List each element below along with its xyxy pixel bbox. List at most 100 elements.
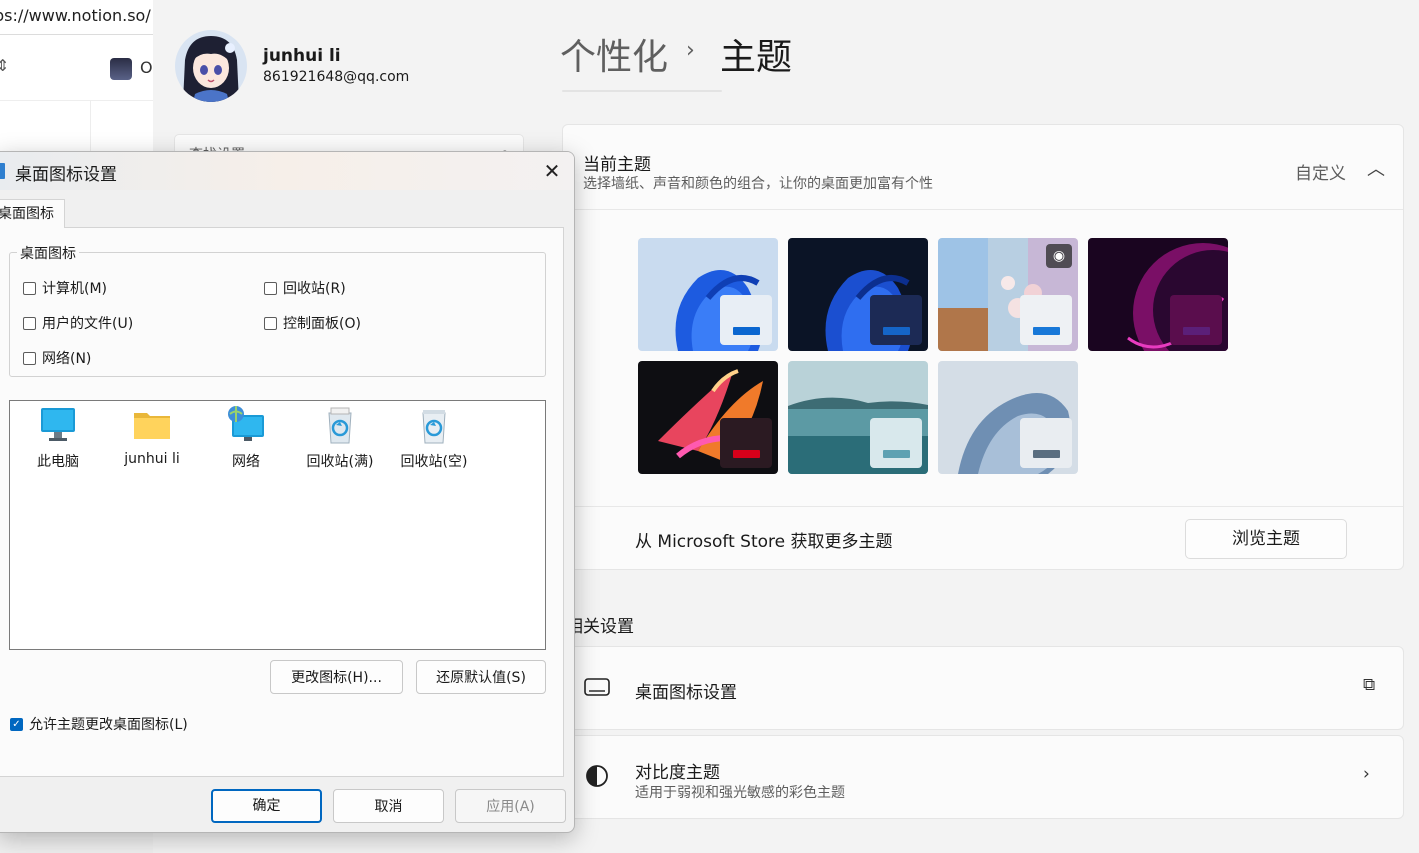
checkbox-network[interactable]: 网络(N): [23, 348, 91, 368]
restore-default-button[interactable]: 还原默认值(S): [416, 660, 546, 694]
theme-color-tile: [720, 295, 772, 345]
icon-label: 回收站(满): [306, 454, 374, 470]
close-icon[interactable]: ✕: [537, 156, 567, 186]
sort-arrows-icon[interactable]: ⇕: [0, 56, 9, 75]
current-theme-value: 自定义: [1295, 164, 1346, 184]
checkbox-box[interactable]: [264, 316, 277, 330]
page-title: 主题: [720, 37, 793, 78]
dialog-title: 桌面图标设置: [15, 165, 117, 185]
store-text: 从 Microsoft Store 获取更多主题: [635, 532, 893, 552]
change-icon-button[interactable]: 更改图标(H)...: [270, 660, 403, 694]
checkbox-label: 控制面板(O): [283, 316, 361, 332]
contrast-themes-subtitle: 适用于弱视和强光敏感的彩色主题: [635, 785, 845, 801]
icon-label: 回收站(空): [400, 454, 468, 470]
group-label: 桌面图标: [17, 243, 79, 263]
current-theme-description: 选择墙纸、声音和颜色的组合，让你的桌面更加富有个性: [583, 176, 933, 192]
monitor-icon: [41, 408, 75, 441]
workspace-initial[interactable]: O: [140, 58, 153, 77]
contrast-icon: [586, 765, 608, 787]
current-theme-card: 当前主题 选择墙纸、声音和颜色的组合，让你的桌面更加富有个性 自定义 ︿ ◉ 从…: [562, 124, 1404, 570]
folder-icon: [134, 413, 170, 439]
accent-bar: [733, 450, 760, 458]
desktop-icon-settings-dialog: 桌面图标设置 ✕ 桌面图标 桌面图标 计算机(M) 回收站(R) 用户的文件(U…: [0, 151, 575, 833]
apply-button[interactable]: 应用(A): [455, 789, 566, 823]
camera-icon[interactable]: ◉: [1046, 244, 1072, 268]
checkbox-box[interactable]: [23, 316, 36, 330]
icon-label: junhui li: [124, 451, 180, 467]
accent-bar: [1033, 327, 1060, 335]
checkbox-label: 网络(N): [42, 351, 92, 367]
dialog-app-icon: [0, 163, 5, 179]
checkbox-label: 回收站(R): [283, 281, 346, 297]
list-item-recycle-bin-empty[interactable]: 回收站(空): [394, 405, 474, 471]
contrast-themes-title: 对比度主题: [635, 763, 720, 783]
checkbox-control-panel[interactable]: 控制面板(O): [264, 313, 361, 333]
icon-label: 网络: [232, 454, 260, 470]
tab-desktop-icons[interactable]: 桌面图标: [0, 199, 65, 228]
ok-button[interactable]: 确定: [211, 789, 322, 823]
cancel-button[interactable]: 取消: [333, 789, 444, 823]
browser-url-bar[interactable]: ps://www.notion.so/: [0, 0, 153, 35]
accent-bar: [883, 327, 910, 335]
list-item-network[interactable]: 网络: [206, 405, 286, 471]
theme-color-tile: [1170, 295, 1222, 345]
desktop-icon-settings-row[interactable]: 桌面图标设置 ⧉: [562, 646, 1404, 730]
desktop-icon-list[interactable]: 此电脑 junhui li 网络 回收站(满) 回收站(空): [9, 400, 546, 650]
theme-thumbnail-captured-motion[interactable]: [638, 361, 778, 474]
external-link-icon[interactable]: ⧉: [1363, 675, 1375, 695]
chevron-right-icon[interactable]: ›: [1363, 764, 1370, 784]
list-item-this-pc[interactable]: 此电脑: [18, 405, 98, 471]
accent-bar: [733, 327, 760, 335]
chevron-up-icon[interactable]: ︿: [1367, 155, 1385, 181]
accent-bar: [883, 450, 910, 458]
icon-label: 此电脑: [37, 454, 79, 470]
checkbox-label: 允许主题更改桌面图标(L): [29, 717, 188, 733]
checkbox-computer[interactable]: 计算机(M): [23, 278, 107, 298]
browser-status-strip: [0, 830, 153, 853]
dialog-title-bar[interactable]: 桌面图标设置 ✕: [0, 152, 574, 190]
checkbox-box-checked[interactable]: ✓: [10, 717, 23, 731]
theme-color-tile: [870, 418, 922, 468]
theme-color-tile: [1020, 295, 1072, 345]
theme-thumbnail-glow[interactable]: [1088, 238, 1228, 351]
recycle-bin-empty-icon: [422, 410, 446, 444]
user-email: 861921648@qq.com: [263, 69, 410, 85]
checkbox-box[interactable]: [23, 351, 36, 365]
list-item-recycle-bin-full[interactable]: 回收站(满): [300, 405, 380, 471]
workspace-avatar-icon[interactable]: [110, 58, 132, 80]
theme-thumbnail-sunrise[interactable]: [788, 361, 928, 474]
browse-themes-button[interactable]: 浏览主题: [1185, 519, 1347, 559]
avatar-image-icon: [175, 30, 247, 102]
theme-thumbnail-flow[interactable]: [938, 361, 1078, 474]
accent-bar: [1183, 327, 1210, 335]
theme-thumbnail-spotlight[interactable]: ◉: [938, 238, 1078, 351]
accent-bar: [1033, 450, 1060, 458]
checkbox-label: 用户的文件(U): [42, 316, 134, 332]
theme-thumbnail-windows-dark[interactable]: [788, 238, 928, 351]
theme-thumbnail-windows-light[interactable]: [638, 238, 778, 351]
checkbox-box[interactable]: [23, 281, 36, 295]
user-avatar[interactable]: [175, 30, 247, 102]
checkbox-box[interactable]: [264, 281, 277, 295]
monitor-icon: [584, 678, 610, 696]
contrast-themes-row[interactable]: 对比度主题 适用于弱视和强光敏感的彩色主题 ›: [562, 735, 1404, 819]
current-theme-header[interactable]: 当前主题 选择墙纸、声音和颜色的组合，让你的桌面更加富有个性 自定义 ︿: [563, 125, 1403, 210]
checkbox-label: 计算机(M): [42, 281, 108, 297]
related-settings-heading: 相关设置: [566, 617, 634, 637]
current-theme-title: 当前主题: [583, 155, 651, 175]
theme-color-tile: [870, 295, 922, 345]
breadcrumb-separator-icon: ›: [686, 38, 695, 63]
theme-color-tile: [720, 418, 772, 468]
recycle-bin-full-icon: [328, 407, 352, 444]
network-icon: [228, 406, 264, 441]
theme-color-tile: [1020, 418, 1072, 468]
list-item-user-folder[interactable]: junhui li: [112, 405, 192, 467]
checkbox-allow-themes[interactable]: ✓ 允许主题更改桌面图标(L): [10, 714, 188, 734]
checkbox-recycle-bin[interactable]: 回收站(R): [264, 278, 346, 298]
scroll-indicator: [562, 90, 722, 92]
checkbox-user-files[interactable]: 用户的文件(U): [23, 313, 133, 333]
user-name: junhui li: [263, 46, 341, 66]
microsoft-store-row: 从 Microsoft Store 获取更多主题 浏览主题: [563, 506, 1403, 570]
breadcrumb-parent[interactable]: 个性化: [560, 28, 668, 80]
desktop-icon-settings-label: 桌面图标设置: [635, 683, 737, 703]
